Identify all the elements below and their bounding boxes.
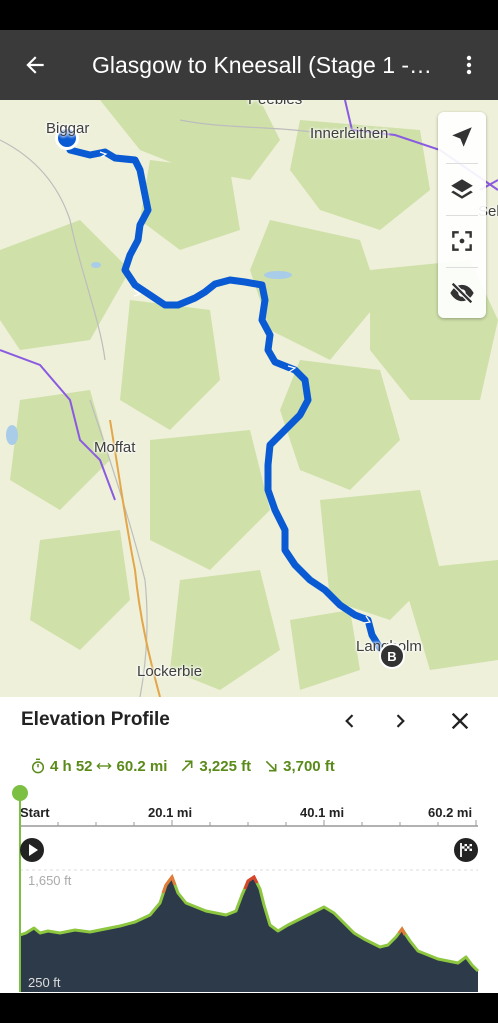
elevation-chart[interactable] <box>0 785 498 993</box>
next-button[interactable] <box>386 707 414 735</box>
ascent-stat: 3,225 ft <box>179 758 251 775</box>
place-label-moffat: Moffat <box>94 439 136 456</box>
finish-flag-icon <box>454 838 478 862</box>
place-label-biggar: Biggar <box>46 120 90 137</box>
duration-value: 4 h 52 <box>50 757 93 775</box>
elevation-min-label: 250 ft <box>28 975 61 990</box>
hide-icon <box>450 282 474 304</box>
divider <box>446 163 478 164</box>
start-icon <box>20 838 44 862</box>
chevron-left-icon <box>345 714 354 728</box>
page-title: Glasgow to Kneesall (Stage 1 -… <box>92 51 433 78</box>
ascent-value: 3,225 ft <box>199 757 252 775</box>
distance-value: 60.2 mi <box>116 757 168 775</box>
app-bar: Glasgow to Kneesall (Stage 1 -… <box>0 30 498 100</box>
end-marker-label: B <box>387 648 397 664</box>
close-button[interactable] <box>446 707 474 735</box>
layers-icon <box>451 179 473 199</box>
ascent-arrow-icon <box>182 760 193 772</box>
previous-button[interactable] <box>336 707 364 735</box>
divider <box>446 267 478 268</box>
place-label-lockerbie: Lockerbie <box>137 663 203 680</box>
status-bar <box>0 0 498 30</box>
descent-value: 3,700 ft <box>283 757 335 775</box>
end-marker[interactable]: B <box>379 643 405 669</box>
place-label-innerleithen: Innerleithen <box>310 125 389 142</box>
close-icon <box>451 712 469 730</box>
elevation-max-label: 1,650 ft <box>28 873 72 888</box>
layers-button[interactable] <box>438 165 486 213</box>
distance-stat: 60.2 mi <box>95 757 168 775</box>
back-button[interactable] <box>0 30 70 100</box>
panel-title: Elevation Profile <box>21 709 170 730</box>
navigate-icon <box>452 127 472 147</box>
map-view[interactable]: Biggar Peebles Innerleithen Selk Moffat … <box>0 100 498 697</box>
system-nav-bar <box>0 993 498 1023</box>
timer-icon <box>31 758 45 774</box>
toggle-visibility-button[interactable] <box>438 269 486 317</box>
focus-icon <box>452 231 472 251</box>
map-canvas <box>0 100 498 697</box>
elevation-panel: Elevation Profile 4 h 52 60.2 mi 3,225 f… <box>0 697 498 993</box>
descent-arrow-icon <box>265 760 277 772</box>
descent-stat: 3,700 ft <box>263 758 335 775</box>
route-stats: 4 h 52 60.2 mi 3,225 ft 3,700 ft <box>30 755 347 777</box>
duration-stat: 4 h 52 <box>30 758 93 775</box>
more-vertical-icon <box>466 55 472 75</box>
chevron-right-icon <box>396 714 405 728</box>
map-controls <box>438 112 486 318</box>
divider <box>446 215 478 216</box>
place-label-peebles: Peebles <box>248 100 302 108</box>
more-options-button[interactable] <box>454 50 484 80</box>
focus-button[interactable] <box>438 217 486 265</box>
arrow-left-icon <box>26 56 44 74</box>
distance-icon <box>95 762 112 770</box>
locate-button[interactable] <box>438 113 486 161</box>
